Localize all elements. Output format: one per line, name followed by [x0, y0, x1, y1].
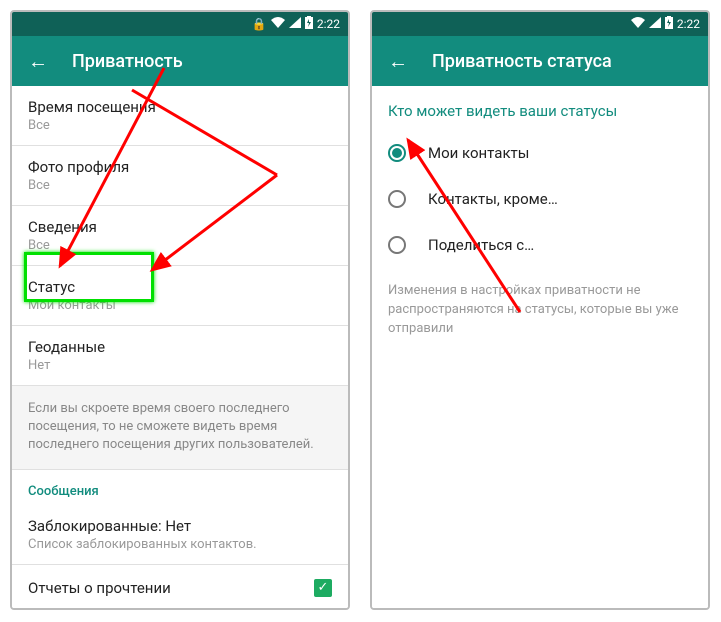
item-title: Геоданные — [28, 338, 332, 356]
checkbox-checked-icon[interactable]: ✓ — [314, 579, 332, 597]
item-read-receipts[interactable]: Отчеты о прочтении ✓ — [12, 564, 348, 608]
radio-share-with[interactable]: Поделиться с… — [372, 222, 708, 268]
item-profile-photo[interactable]: Фото профиля Все — [12, 146, 348, 206]
item-title: Время посещения — [28, 98, 332, 116]
item-live-location[interactable]: Геоданные Нет — [12, 326, 348, 386]
app-bar: ← Приватность — [12, 36, 348, 86]
clock: 2:22 — [677, 17, 700, 31]
item-sub: Нет — [28, 358, 332, 373]
status-bar: 🔒 2:22 — [12, 12, 348, 36]
item-blocked[interactable]: Заблокированные: Нет Список заблокирован… — [12, 505, 348, 564]
item-sub: Мои контакты — [28, 298, 332, 313]
item-status[interactable]: Статус Мои контакты — [12, 266, 348, 326]
battery-icon — [305, 16, 313, 32]
wifi-icon — [631, 17, 645, 31]
clock: 2:22 — [317, 17, 340, 31]
item-title: Фото профиля — [28, 158, 332, 176]
radio-selected-icon — [388, 144, 406, 162]
phone-screen-privacy: 🔒 2:22 ← Приватность Время посещения Все… — [10, 10, 350, 610]
read-receipts-label: Отчеты о прочтении — [28, 579, 171, 597]
item-title: Сведения — [28, 218, 332, 236]
page-title: Приватность — [72, 51, 183, 72]
item-last-seen[interactable]: Время посещения Все — [12, 86, 348, 146]
radio-contacts-except[interactable]: Контакты, кроме… — [372, 176, 708, 222]
item-sub: Все — [28, 238, 332, 253]
back-icon[interactable]: ← — [388, 49, 408, 74]
phone-screen-status-privacy: 2:22 ← Приватность статуса Кто может вид… — [370, 10, 710, 610]
radio-my-contacts[interactable]: Мои контакты — [372, 130, 708, 176]
item-title: Заблокированные: Нет — [28, 517, 332, 535]
content: Время посещения Все Фото профиля Все Све… — [12, 86, 348, 608]
wifi-icon — [271, 17, 285, 31]
item-title: Статус — [28, 278, 332, 296]
section-messages: Сообщения — [12, 469, 348, 505]
page-title: Приватность статуса — [432, 51, 612, 72]
item-sub: Список заблокированных контактов. — [28, 537, 332, 552]
radio-unselected-icon — [388, 236, 406, 254]
radio-label: Контакты, кроме… — [428, 190, 558, 208]
battery-icon — [665, 16, 673, 32]
status-privacy-note: Изменения в настройках приватности не ра… — [372, 268, 708, 353]
signal-icon — [289, 17, 301, 31]
content: Кто может видеть ваши статусы Мои контак… — [372, 86, 708, 608]
signal-icon — [649, 17, 661, 31]
item-sub: Все — [28, 178, 332, 193]
app-bar: ← Приватность статуса — [372, 36, 708, 86]
item-sub: Все — [28, 118, 332, 133]
back-icon[interactable]: ← — [28, 49, 48, 74]
section-who-can-see: Кто может видеть ваши статусы — [372, 86, 708, 130]
item-about[interactable]: Сведения Все — [12, 206, 348, 266]
privacy-note: Если вы скроете время своего последнего … — [12, 386, 348, 469]
radio-unselected-icon — [388, 190, 406, 208]
status-bar: 2:22 — [372, 12, 708, 36]
lock-icon: 🔒 — [252, 17, 267, 31]
radio-label: Мои контакты — [428, 144, 529, 162]
radio-label: Поделиться с… — [428, 236, 534, 254]
